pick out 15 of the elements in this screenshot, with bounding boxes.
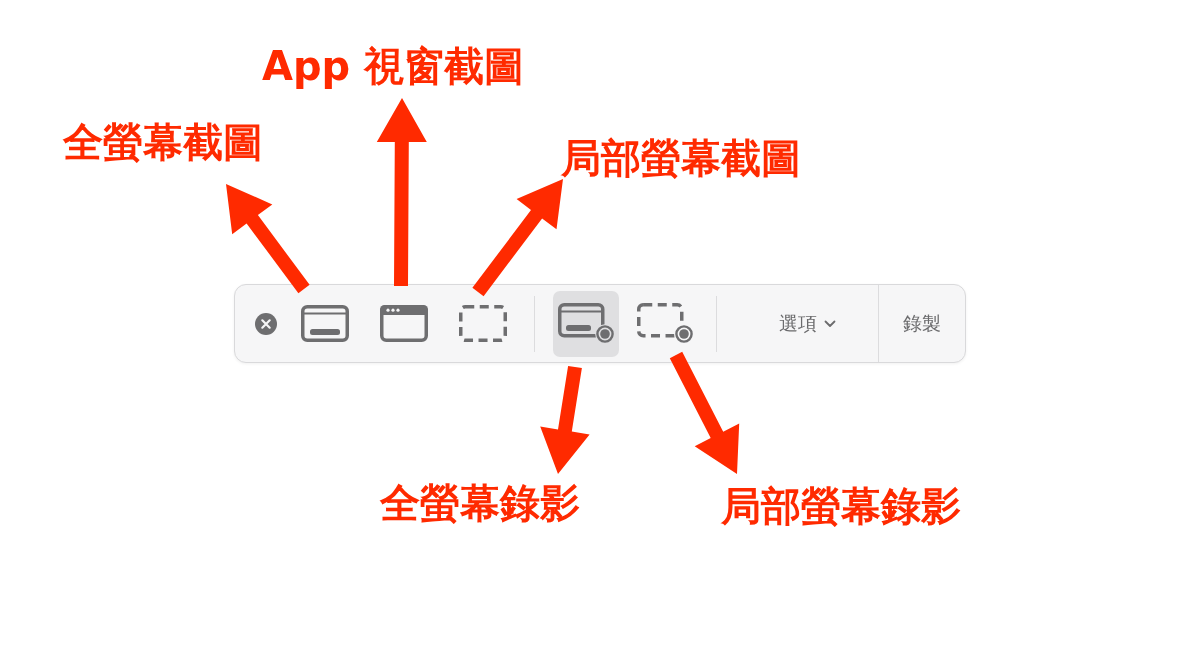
options-button[interactable]: 選項: [736, 303, 878, 344]
close-button[interactable]: [255, 312, 277, 335]
close-icon: [255, 312, 277, 335]
screen-icon: [301, 305, 349, 342]
annotation-label: 全螢幕錄影: [380, 483, 580, 523]
annotation-label: 局部螢幕截圖: [561, 138, 801, 178]
annotation-label: 局部螢幕錄影: [721, 486, 961, 526]
record-button[interactable]: 錄製: [879, 303, 965, 344]
chevron-down-icon: [823, 319, 836, 328]
annotation-label: 全螢幕截圖: [63, 122, 263, 162]
dashed-rectangle-record-icon: [636, 303, 694, 344]
full-screen-record-button[interactable]: [553, 290, 619, 357]
screen-record-icon: [557, 303, 615, 344]
window-icon: [380, 305, 428, 342]
dashed-rectangle-icon: [459, 305, 507, 342]
